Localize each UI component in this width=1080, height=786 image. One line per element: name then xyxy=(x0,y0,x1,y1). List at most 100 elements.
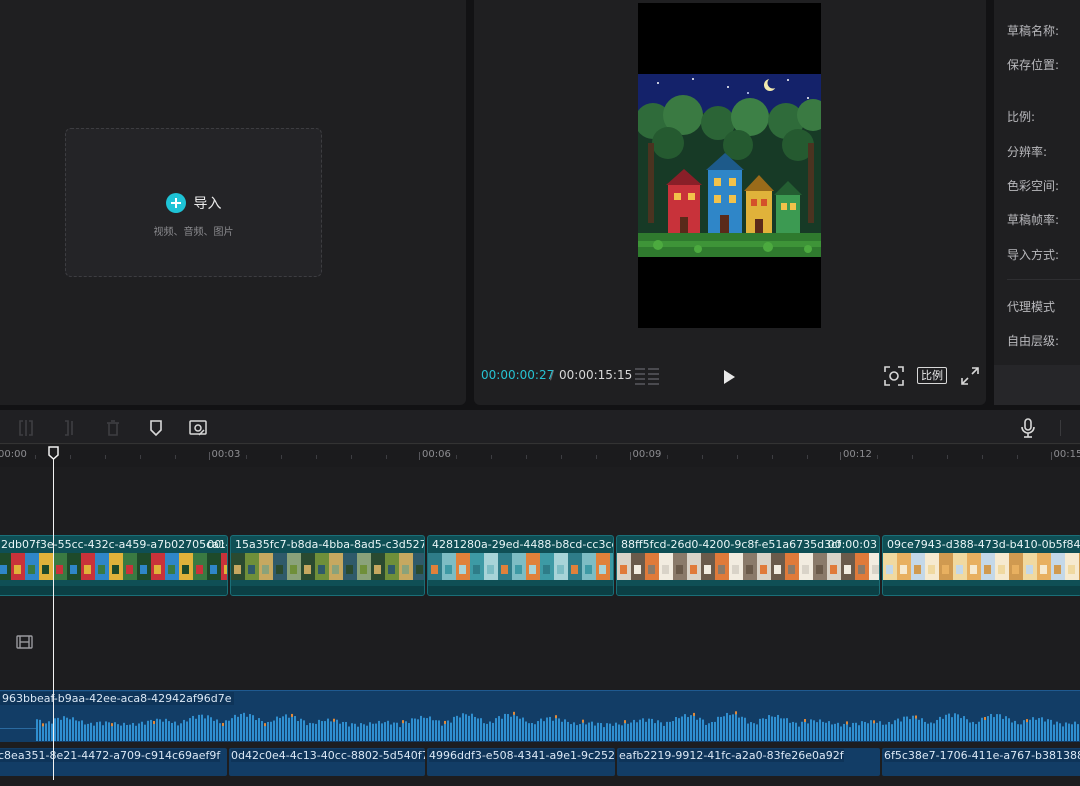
ruler-minor-tick xyxy=(350,455,352,459)
microphone-icon[interactable] xyxy=(1020,418,1036,438)
ruler-label: 00:03 xyxy=(211,449,241,460)
ruler-minor-tick xyxy=(70,455,72,459)
prop-free-layer: 自由层级: xyxy=(1007,334,1060,348)
ruler-minor-tick xyxy=(526,455,528,459)
clip-audio-strip xyxy=(0,586,227,595)
preview-controls: 00:00:00:27 / 00:00:15:15 比例 xyxy=(474,362,986,390)
audio-track-main[interactable]: 963bbeaf-b9aa-42ee-aca8-42942af96d7e xyxy=(0,690,1080,742)
audio-clip-name: c8ea351-8e21-4472-a709-c914c69aef9f xyxy=(0,749,221,762)
clip-thumbnail-strip xyxy=(428,553,613,580)
video-clip[interactable]: 09ce7943-d388-473d-b410-0b5f847 xyxy=(882,535,1080,596)
grid-icon[interactable] xyxy=(635,368,659,385)
delete-icon[interactable] xyxy=(104,419,122,437)
ruler-label: 00:00 xyxy=(0,449,27,460)
ruler-minor-tick xyxy=(35,455,37,459)
clip-audio-strip xyxy=(883,586,1080,595)
ruler-minor-tick xyxy=(877,455,879,459)
ruler-minor-tick xyxy=(701,455,703,459)
ruler-minor-tick xyxy=(456,455,458,459)
ruler-label: 00:09 xyxy=(632,449,662,460)
ruler-minor-tick xyxy=(315,455,317,459)
fullscreen-icon[interactable] xyxy=(961,367,979,385)
ruler-minor-tick xyxy=(912,455,914,459)
video-clip[interactable]: 4281280a-29ed-4488-b8cd-cc3cde xyxy=(427,535,614,596)
ruler-minor-tick xyxy=(561,455,563,459)
marker-icon[interactable] xyxy=(147,419,165,437)
freeze-frame-icon[interactable] xyxy=(189,419,207,437)
timecode-current: 00:00:00:27 xyxy=(481,368,555,382)
import-subtitle: 视频、音频、图片 xyxy=(153,227,234,238)
ruler-minor-tick xyxy=(947,455,949,459)
audio-clip[interactable]: 6f5c38e7-1706-411e-a767-b3813880 xyxy=(882,748,1080,776)
toolbar-divider xyxy=(1060,420,1061,436)
clip-thumbnail-strip xyxy=(231,553,424,580)
split-icon[interactable] xyxy=(17,419,35,437)
media-panel: 导入 视频、音频、图片 xyxy=(0,0,466,405)
plus-circle-icon[interactable] xyxy=(165,193,186,213)
import-label[interactable]: 导入 xyxy=(194,193,222,213)
video-clip[interactable]: 2db07f3e-55cc-432c-a459-a7b02705ca14 00: xyxy=(0,535,228,596)
ruler-minor-tick xyxy=(982,455,984,459)
video-clip[interactable]: 88ff5fcd-26d0-4200-9c8f-e51a6735d3cf 00:0… xyxy=(616,535,880,596)
audio-clip[interactable]: eafb2219-9912-41fc-a2a0-83fe26e0a92f xyxy=(617,748,880,776)
ruler-label: 00:12 xyxy=(843,449,872,460)
audio-clip-name: 0d42c0e4-4c13-40cc-8802-5d540f7a xyxy=(231,749,425,762)
preview-video-frame xyxy=(638,3,821,328)
clip-thumbnail-strip xyxy=(617,553,879,580)
timeline-toolbar xyxy=(0,410,1080,444)
draft-properties-panel: 草稿名称: 保存位置: 比例: 分辨率: 色彩空间: 草稿帧率: 导入方式: 代… xyxy=(994,0,1080,405)
ruler-tick xyxy=(629,452,631,460)
ruler-minor-tick xyxy=(771,455,773,459)
prop-draft-name: 草稿名称: xyxy=(1007,24,1060,38)
ruler-minor-tick xyxy=(736,455,738,459)
divider xyxy=(1007,279,1080,280)
audio-clip-name: 4996ddf3-e508-4341-a9e1-9c2521a xyxy=(429,749,615,762)
ruler-minor-tick xyxy=(491,455,493,459)
timecode-separator: / xyxy=(550,368,555,382)
audio-track-secondary: c8ea351-8e21-4472-a709-c914c69aef9f 0d42c… xyxy=(0,748,1080,776)
playhead-line[interactable] xyxy=(53,455,54,780)
video-clip-name: 4281280a-29ed-4488-b8cd-cc3cde xyxy=(432,538,614,551)
import-drop-zone[interactable]: 导入 视频、音频、图片 xyxy=(65,128,322,277)
preview-panel: 00:00:00:27 / 00:00:15:15 比例 xyxy=(474,0,986,405)
playhead-handle[interactable] xyxy=(48,446,59,460)
ruler-tick xyxy=(208,452,210,460)
audio-clip[interactable]: 0d42c0e4-4c13-40cc-8802-5d540f7a xyxy=(229,748,425,776)
timeline-panel: 00:00 00:03 00:06 00:09 00:12 00:15 2db07f3e-… xyxy=(0,410,1080,786)
preview-scene-image xyxy=(638,3,821,328)
video-clip-name: 2db07f3e-55cc-432c-a459-a7b02705ca14 xyxy=(1,538,228,551)
ruler-label: 00:15 xyxy=(1053,449,1080,460)
clip-thumbnail-strip xyxy=(0,553,227,580)
video-track: 2db07f3e-55cc-432c-a459-a7b02705ca14 00: 1… xyxy=(0,535,1080,596)
ruler-minor-tick xyxy=(175,455,177,459)
clip-thumbnail-strip xyxy=(883,553,1080,580)
ruler-minor-tick xyxy=(140,455,142,459)
audio-clip[interactable]: c8ea351-8e21-4472-a709-c914c69aef9f xyxy=(0,748,227,776)
ruler-minor-tick xyxy=(596,455,598,459)
audio-clip[interactable]: 4996ddf3-e508-4341-a9e1-9c2521a xyxy=(427,748,615,776)
import-row: 导入 xyxy=(66,193,321,213)
ruler-minor-tick xyxy=(245,455,247,459)
video-clip[interactable]: 15a35fc7-b8da-4bba-8ad5-c3d52783 xyxy=(230,535,425,596)
time-ruler[interactable]: 00:00 00:03 00:06 00:09 00:12 00:15 xyxy=(0,445,1080,467)
video-clip-name: 15a35fc7-b8da-4bba-8ad5-c3d52783 xyxy=(235,538,425,551)
timecode-total: 00:00:15:15 xyxy=(559,368,633,382)
prop-resolution: 分辨率: xyxy=(1007,145,1048,159)
ruler-minor-tick xyxy=(105,455,107,459)
focus-icon[interactable] xyxy=(884,366,904,386)
prop-ratio: 比例: xyxy=(1007,110,1036,124)
prop-import-method: 导入方式: xyxy=(1007,248,1060,262)
clip-audio-strip xyxy=(617,586,879,595)
video-clip-name: 09ce7943-d388-473d-b410-0b5f847 xyxy=(887,538,1080,551)
audio-clip-name: 6f5c38e7-1706-411e-a767-b3813880 xyxy=(884,749,1080,762)
ratio-button[interactable]: 比例 xyxy=(917,367,947,384)
film-strip-icon[interactable] xyxy=(16,635,33,649)
audio-waveform xyxy=(0,711,1079,741)
audio-clip-name: 963bbeaf-b9aa-42ee-aca8-42942af96d7e xyxy=(0,692,234,705)
ruler-tick xyxy=(419,452,420,460)
video-clip-duration: 00: xyxy=(207,538,225,551)
trim-icon[interactable] xyxy=(60,419,78,437)
play-icon[interactable] xyxy=(724,370,735,384)
clip-audio-strip xyxy=(231,586,424,595)
clip-audio-strip xyxy=(428,586,613,595)
